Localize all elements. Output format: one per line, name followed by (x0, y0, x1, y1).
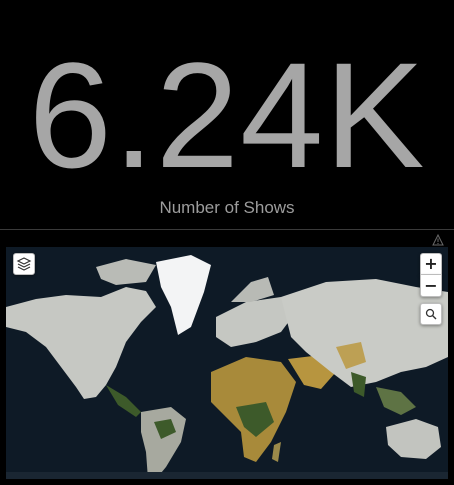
plus-icon: + (424, 254, 438, 273)
kpi-card: 6.24K Number of Shows (0, 0, 454, 230)
kpi-label: Number of Shows (159, 198, 295, 217)
warning-triangle-icon[interactable] (432, 234, 444, 246)
kpi-value: 6.24K (28, 31, 426, 199)
map-search-button[interactable] (420, 303, 442, 325)
zoom-in-button[interactable]: + (420, 253, 442, 275)
minus-icon: − (424, 275, 438, 295)
world-map[interactable]: + − (6, 247, 448, 479)
map-panel: + − (0, 231, 454, 485)
layers-button[interactable] (13, 253, 35, 275)
zoom-out-button[interactable]: − (420, 275, 442, 297)
layers-icon (16, 257, 32, 271)
world-map-tiles[interactable] (6, 247, 448, 479)
search-icon (425, 308, 437, 320)
